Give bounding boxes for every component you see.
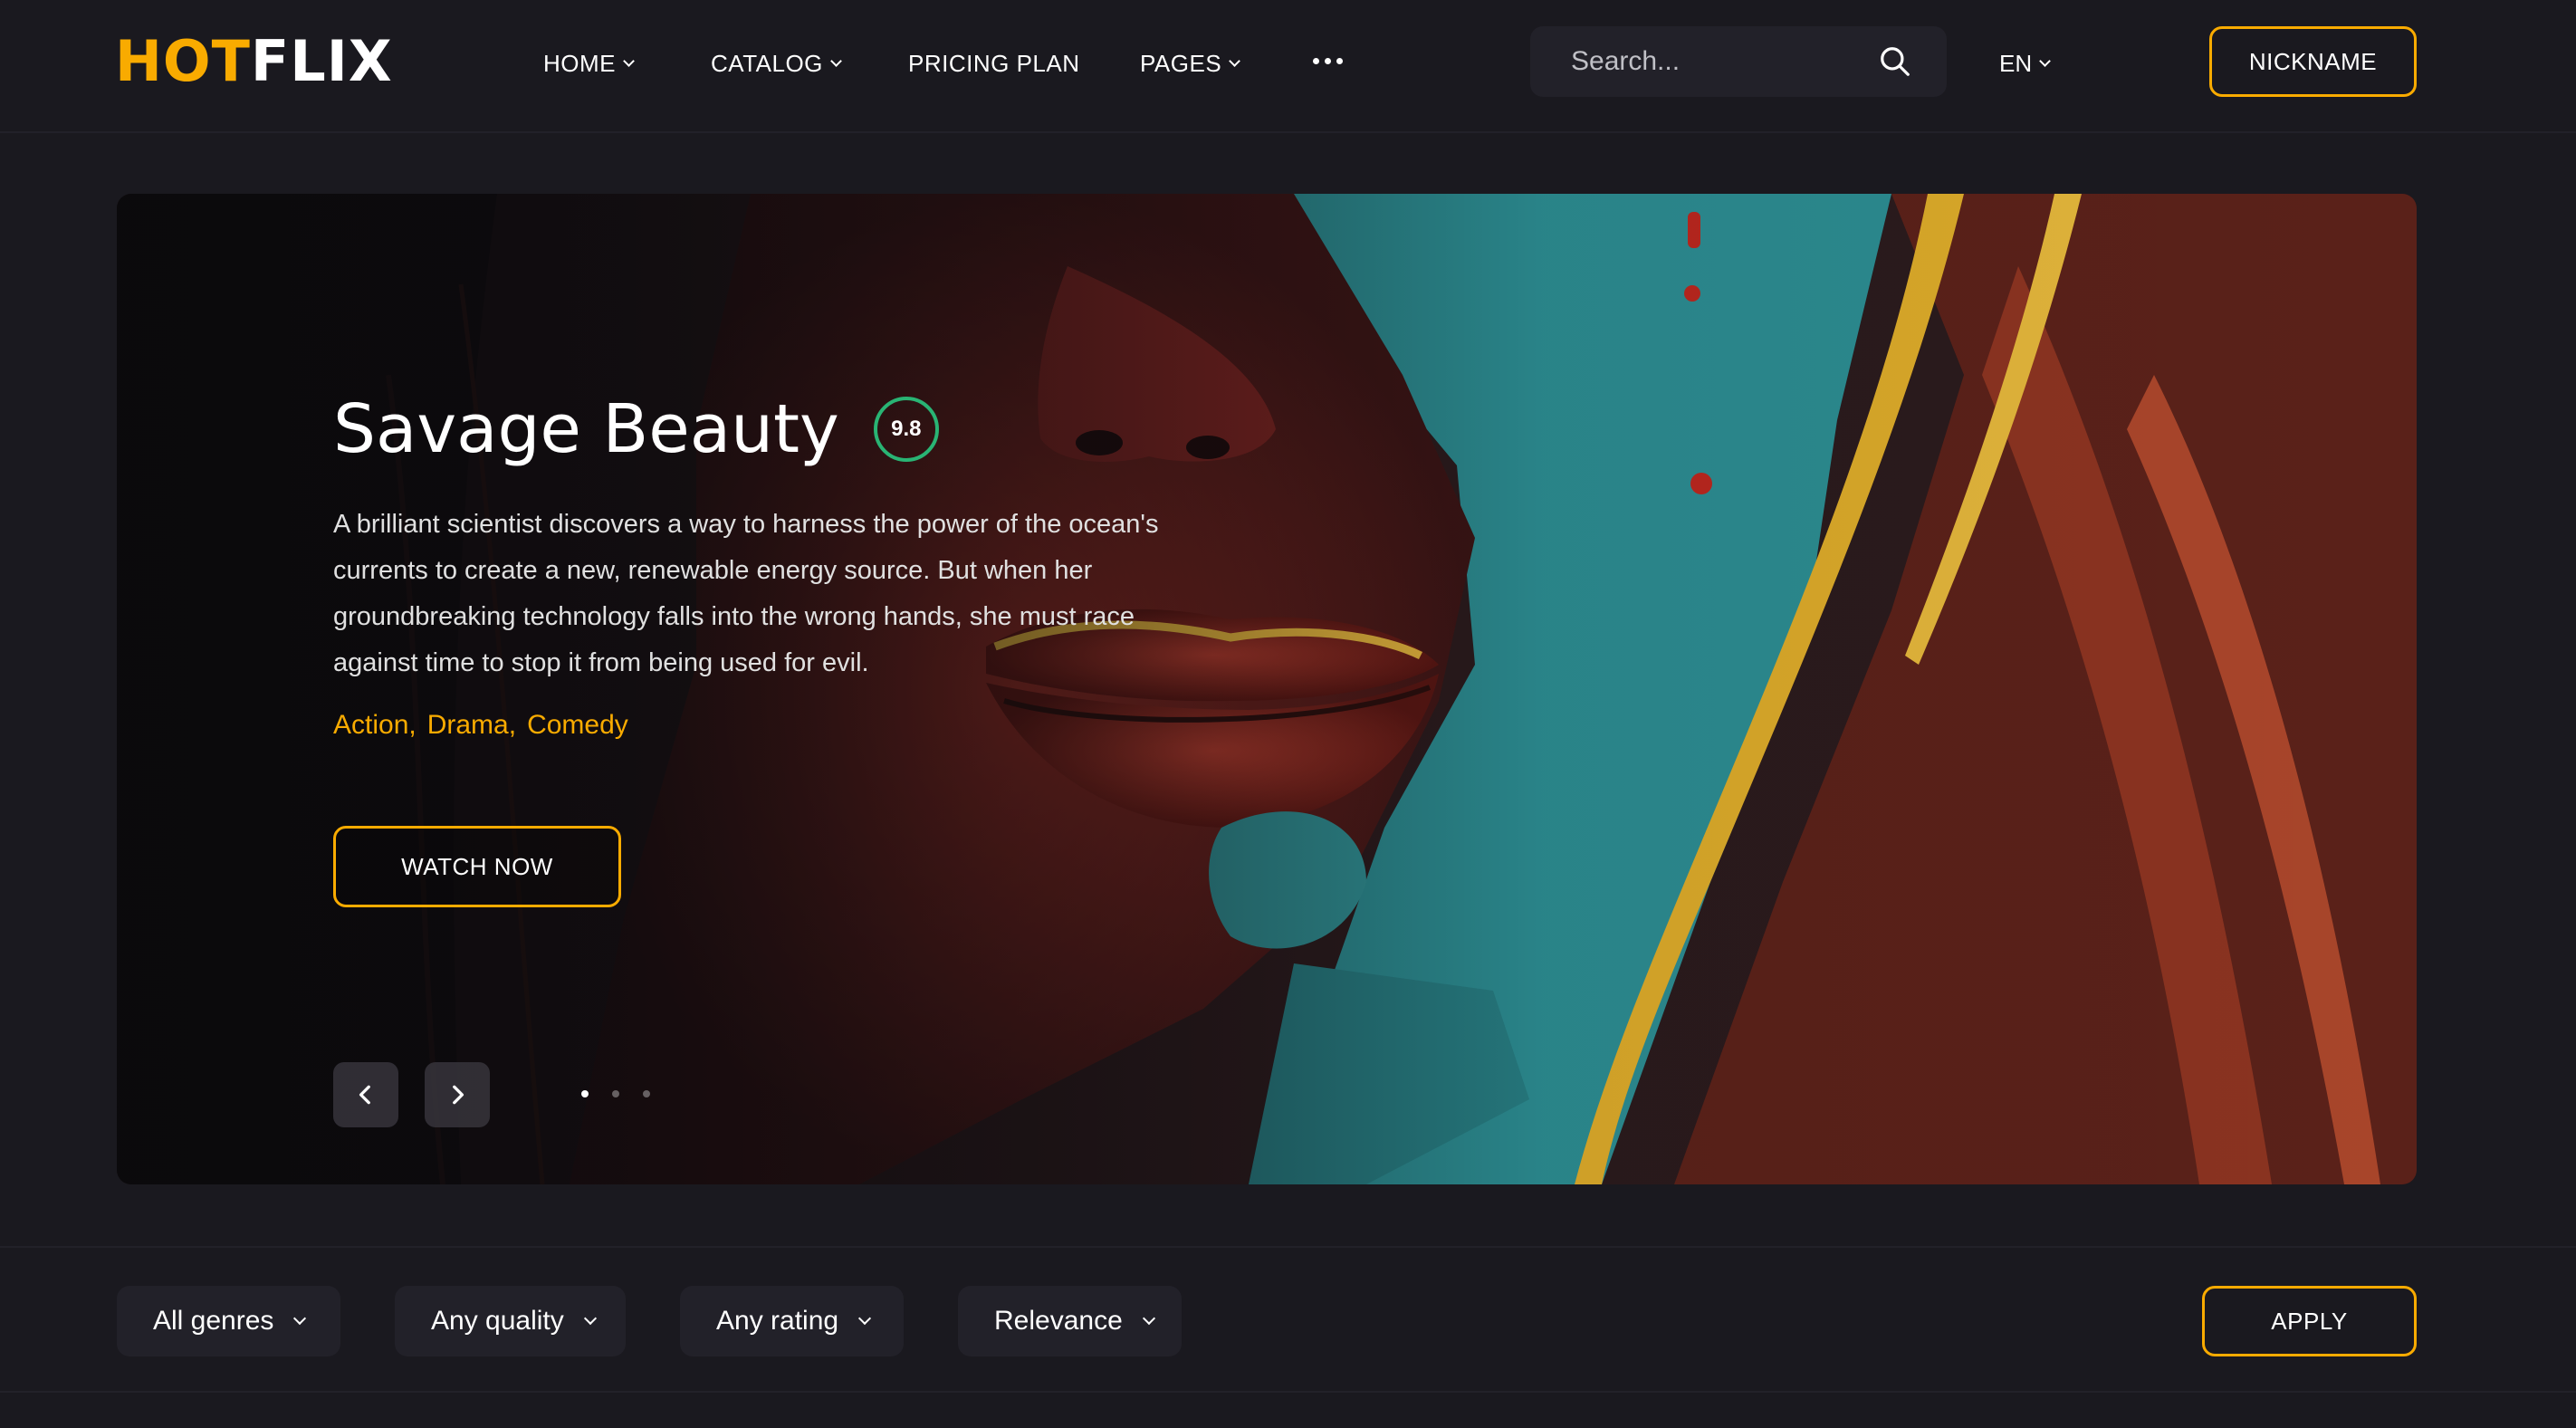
nickname-button[interactable]: NICKNAME bbox=[2209, 26, 2417, 97]
genre-filter-value: All genres bbox=[153, 1306, 274, 1336]
logo-hot: HOT bbox=[115, 28, 251, 94]
search-icon[interactable] bbox=[1878, 44, 1912, 79]
nav-pages-label: PAGES bbox=[1140, 49, 1222, 77]
nav-catalog-label: CATALOG bbox=[711, 49, 823, 77]
language-selector[interactable]: EN bbox=[1999, 45, 2051, 81]
hero-title-row: Savage Beauty 9.8 bbox=[333, 384, 939, 474]
chevron-down-icon bbox=[830, 54, 842, 67]
language-label: EN bbox=[1999, 49, 2033, 77]
site-header: HOTFLIX HOME CATALOG PRICING PLAN PAGES … bbox=[0, 0, 2576, 133]
sort-filter-value: Relevance bbox=[994, 1306, 1123, 1336]
search-box bbox=[1530, 26, 1947, 97]
filter-bar: All genres Any quality Any rating Releva… bbox=[0, 1246, 2576, 1393]
slider-next-button[interactable] bbox=[425, 1062, 490, 1127]
genre-filter[interactable]: All genres bbox=[117, 1286, 340, 1356]
nav-catalog[interactable]: CATALOG bbox=[711, 45, 842, 81]
dot bbox=[1313, 58, 1319, 64]
movie-description: A brilliant scientist discovers a way to… bbox=[333, 510, 1159, 677]
nav-pricing-plan[interactable]: PRICING PLAN bbox=[908, 45, 1080, 81]
chevron-down-icon bbox=[2039, 54, 2051, 67]
rating-badge: 9.8 bbox=[873, 397, 939, 462]
quality-filter[interactable]: Any quality bbox=[395, 1286, 626, 1356]
hero-slider: Savage Beauty 9.8 A brilliant scientist … bbox=[117, 194, 2417, 1184]
genre-link-comedy[interactable]: Comedy bbox=[527, 710, 628, 741]
chevron-down-icon bbox=[858, 1311, 872, 1326]
logo[interactable]: HOTFLIX bbox=[115, 27, 393, 96]
rating-filter[interactable]: Any rating bbox=[680, 1286, 904, 1356]
movie-title[interactable]: Savage Beauty bbox=[333, 384, 839, 474]
genre-link-action[interactable]: Action, bbox=[333, 710, 417, 741]
chevron-down-icon bbox=[1229, 54, 1241, 67]
search-input[interactable] bbox=[1530, 26, 1874, 97]
sort-filter[interactable]: Relevance bbox=[958, 1286, 1182, 1356]
slider-prev-button[interactable] bbox=[333, 1062, 398, 1127]
quality-filter-value: Any quality bbox=[431, 1306, 564, 1336]
chevron-right-icon bbox=[453, 1085, 464, 1105]
chevron-down-icon bbox=[293, 1311, 307, 1326]
genre-link-drama[interactable]: Drama, bbox=[427, 710, 516, 741]
chevron-down-icon bbox=[1142, 1311, 1155, 1326]
nav-pricing-plan-label: PRICING PLAN bbox=[908, 49, 1080, 77]
nav-home-label: HOME bbox=[543, 49, 616, 77]
dot bbox=[1325, 58, 1331, 64]
chevron-down-icon bbox=[623, 54, 635, 67]
chevron-left-icon bbox=[359, 1085, 370, 1105]
watch-now-button[interactable]: WATCH NOW bbox=[333, 826, 621, 907]
dot bbox=[1336, 58, 1343, 64]
logo-flix: FLIX bbox=[250, 28, 393, 94]
more-dots-icon[interactable] bbox=[1313, 58, 1343, 64]
nav-pages[interactable]: PAGES bbox=[1140, 45, 1241, 81]
apply-button[interactable]: APPLY bbox=[2202, 1286, 2417, 1356]
slider-dot[interactable] bbox=[581, 1090, 589, 1097]
slider-dot[interactable] bbox=[612, 1090, 619, 1097]
slider-pagination bbox=[581, 1090, 650, 1097]
slider-dot[interactable] bbox=[643, 1090, 650, 1097]
nav-home[interactable]: HOME bbox=[543, 45, 635, 81]
hero-overlay bbox=[117, 194, 2417, 1184]
genre-list: Action, Drama, Comedy bbox=[333, 710, 628, 741]
chevron-down-icon bbox=[583, 1311, 597, 1326]
rating-filter-value: Any rating bbox=[716, 1306, 839, 1336]
